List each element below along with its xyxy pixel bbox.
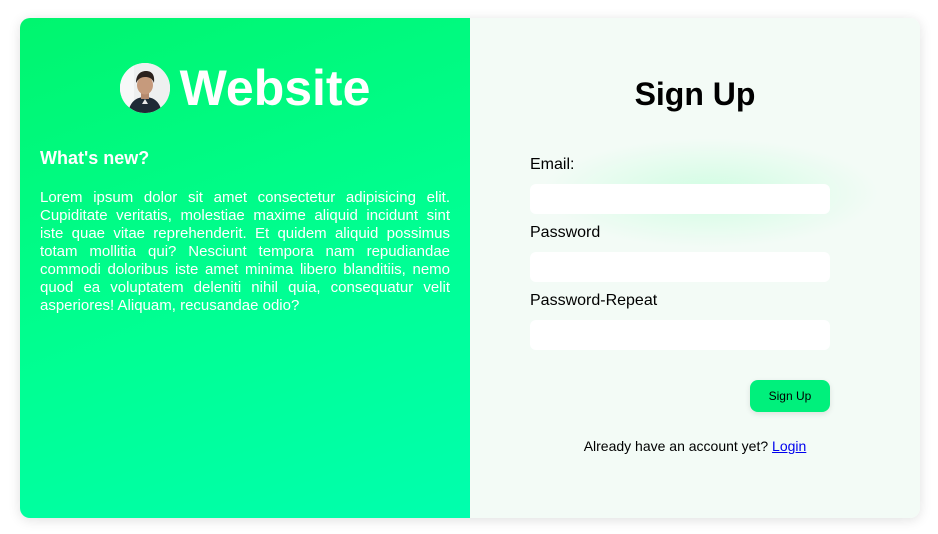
login-link[interactable]: Login: [772, 438, 806, 454]
news-heading: What's new?: [40, 148, 150, 168]
avatar: [119, 63, 170, 113]
email-label: Email:: [530, 156, 575, 173]
login-prompt-text: Already have an account yet?: [583, 438, 769, 454]
signup-card: Website What's new? Lorem ipsum dolor si…: [20, 18, 920, 518]
info-panel: Website What's new? Lorem ipsum dolor si…: [20, 18, 470, 518]
form-title: Sign Up: [634, 76, 756, 112]
login-prompt: Already have an account yet? Login: [470, 438, 920, 454]
form-panel: Sign Up Email: Password Password-Repeat …: [470, 18, 920, 518]
site-title: Website: [179, 60, 371, 116]
sign-up-button[interactable]: Sign Up: [750, 380, 830, 412]
password-repeat-field[interactable]: [530, 320, 830, 350]
email-field[interactable]: [530, 184, 830, 214]
password-label: Password: [530, 224, 601, 241]
profile-photo-icon: [119, 63, 170, 113]
password-field[interactable]: [530, 252, 830, 282]
brand-header: Website: [20, 60, 470, 116]
password-repeat-label: Password-Repeat: [530, 292, 658, 309]
news-paragraph: Lorem ipsum dolor sit amet consectetur a…: [40, 189, 450, 314]
